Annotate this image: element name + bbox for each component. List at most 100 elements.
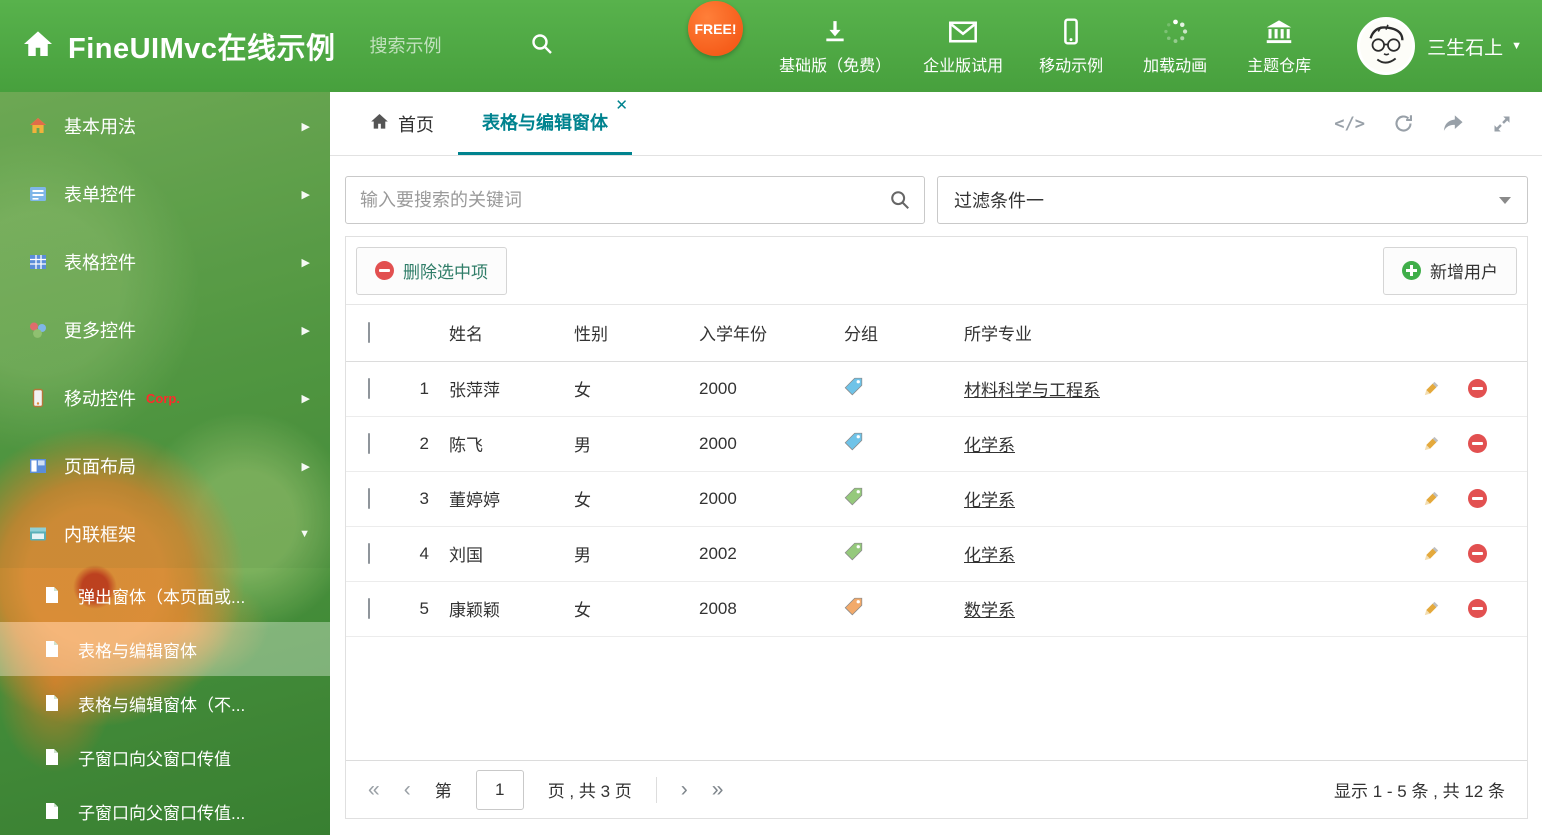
table-header-row: 姓名 性别 入学年份 分组 所学专业	[346, 305, 1527, 362]
nav-item-label: 移动示例	[1039, 57, 1104, 75]
first-page-button[interactable]: «	[368, 779, 380, 800]
sidebar-item-basic-usage[interactable]: 基本用法 ▶	[0, 92, 330, 160]
delete-row-icon[interactable]	[1468, 379, 1487, 398]
sidebar-subitem-label: 表格与编辑窗体	[78, 641, 197, 661]
search-icon[interactable]	[889, 189, 911, 216]
filter-dropdown[interactable]: 过滤条件一	[937, 176, 1528, 224]
share-icon[interactable]	[1442, 114, 1464, 134]
row-checkbox[interactable]	[368, 432, 370, 454]
app-header: FineUIMvc在线示例 FREE! 基础版（免费） 企业版试用	[0, 0, 1542, 92]
tab-home[interactable]: 首页	[346, 92, 458, 155]
tag-icon	[844, 597, 863, 616]
last-page-button[interactable]: »	[712, 779, 724, 800]
mobile-icon	[28, 388, 48, 408]
avatar	[1357, 17, 1416, 75]
table-row: 1 张萍萍 女 2000 材料科学与工程系	[346, 361, 1527, 417]
frame-icon	[28, 524, 48, 544]
row-checkbox[interactable]	[368, 542, 370, 564]
filter-row: 过滤条件一	[345, 176, 1528, 224]
sidebar-subitem-child-to-parent-2[interactable]: 子窗口向父窗口传值...	[0, 784, 330, 835]
sidebar-subitem-grid-edit-window-2[interactable]: 表格与编辑窗体（不...	[0, 676, 330, 730]
table-row: 4 刘国 男 2002 化学系	[346, 526, 1527, 582]
row-checkbox[interactable]	[368, 377, 370, 399]
form-icon	[28, 184, 48, 204]
edit-pencil-icon[interactable]	[1421, 488, 1442, 509]
filter-dropdown-value: 过滤条件一	[954, 191, 1044, 211]
add-user-button[interactable]: 新增用户	[1383, 246, 1517, 295]
file-icon	[44, 747, 64, 767]
delete-row-icon[interactable]	[1468, 544, 1487, 563]
search-icon[interactable]	[530, 32, 554, 61]
nav-item-loading-animation[interactable]: 加载动画	[1123, 17, 1227, 76]
header-search-input[interactable]	[369, 35, 520, 57]
edit-pencil-icon[interactable]	[1421, 433, 1442, 454]
sidebar-item-grid-controls[interactable]: 表格控件 ▶	[0, 228, 330, 296]
row-checkbox[interactable]	[368, 487, 370, 509]
sidebar-item-label: 表单控件	[64, 185, 136, 205]
sidebar-subitem-grid-edit-window[interactable]: 表格与编辑窗体	[0, 622, 330, 676]
close-icon[interactable]: ✕	[615, 98, 628, 113]
sidebar-item-page-layout[interactable]: 页面布局 ▶	[0, 432, 330, 500]
sidebar-item-label: 基本用法	[64, 117, 136, 137]
prev-page-button[interactable]: ‹	[404, 779, 411, 800]
nav-item-label: 主题仓库	[1247, 57, 1312, 75]
bank-icon	[1265, 17, 1293, 45]
keyword-search-input[interactable]	[345, 176, 925, 224]
expand-icon[interactable]	[1492, 114, 1512, 134]
divider	[655, 776, 657, 803]
nav-item-basic-edition[interactable]: 基础版（免费）	[763, 17, 907, 76]
tab-grid-edit-window[interactable]: 表格与编辑窗体 ✕	[458, 92, 632, 155]
nav-item-mobile-demo[interactable]: 移动示例	[1019, 17, 1123, 76]
major-link[interactable]: 化学系	[964, 436, 1015, 455]
sidebar-subitem-child-to-parent[interactable]: 子窗口向父窗口传值	[0, 730, 330, 784]
row-checkbox[interactable]	[368, 597, 370, 619]
file-icon	[44, 639, 64, 659]
page-prefix-label: 第	[434, 782, 452, 801]
nav-item-enterprise-trial[interactable]: 企业版试用	[907, 17, 1019, 76]
page-number-input[interactable]	[475, 769, 524, 810]
delete-row-icon[interactable]	[1468, 489, 1487, 508]
sidebar-item-iframe[interactable]: 内联框架 ▼	[0, 500, 330, 568]
cell-gender: 女	[564, 361, 689, 417]
sidebar-item-more-controls[interactable]: 更多控件 ▶	[0, 296, 330, 364]
sidebar-subitem-label: 弹出窗体（本页面或...	[78, 587, 246, 607]
grid-body: 姓名 性别 入学年份 分组 所学专业 1 张萍萍 女 2000 材料科学与工程系…	[346, 305, 1527, 760]
delete-row-icon[interactable]	[1468, 599, 1487, 618]
source-code-icon[interactable]: </>	[1334, 114, 1365, 134]
major-link[interactable]: 化学系	[964, 491, 1015, 510]
grid-panel: 删除选中项 新增用户 姓名 性别 入学年份 分组 所学专业 1 张萍萍 女 20…	[345, 236, 1528, 819]
table-icon	[28, 252, 48, 272]
major-link[interactable]: 材料科学与工程系	[964, 381, 1100, 400]
cell-year: 2008	[689, 581, 834, 637]
select-all-checkbox[interactable]	[368, 321, 370, 343]
sidebar-item-mobile-controls[interactable]: 移动控件 Corp. ▶	[0, 364, 330, 432]
chevron-right-icon: ▶	[301, 120, 310, 133]
cell-name: 董婷婷	[439, 471, 564, 527]
main-area: 首页 表格与编辑窗体 ✕ </> 输入要搜索的关键词 过滤条件一 删除选中项 新…	[330, 92, 1542, 835]
header-search	[369, 32, 554, 61]
major-link[interactable]: 化学系	[964, 546, 1015, 565]
record-summary: 显示 1 - 5 条 , 共 12 条	[1334, 782, 1505, 801]
tag-icon	[844, 542, 863, 561]
edit-pencil-icon[interactable]	[1421, 543, 1442, 564]
major-link[interactable]: 数学系	[964, 601, 1015, 620]
sidebar-item-label: 表格控件	[64, 253, 136, 273]
nav-item-theme-repo[interactable]: 主题仓库	[1227, 17, 1331, 76]
col-header-index	[394, 305, 439, 362]
col-header-group: 分组	[834, 305, 954, 362]
user-menu[interactable]: 三生石上 ▼	[1357, 17, 1522, 75]
sidebar-item-label: 页面布局	[64, 457, 136, 477]
sidebar-item-form-controls[interactable]: 表单控件 ▶	[0, 160, 330, 228]
next-page-button[interactable]: ›	[681, 779, 688, 800]
col-header-actions	[1411, 305, 1527, 362]
download-icon	[822, 17, 848, 45]
edit-pencil-icon[interactable]	[1421, 378, 1442, 399]
refresh-icon[interactable]	[1393, 113, 1414, 134]
cell-year: 2002	[689, 526, 834, 582]
delete-row-icon[interactable]	[1468, 434, 1487, 453]
cell-year: 2000	[689, 471, 834, 527]
delete-selected-button[interactable]: 删除选中项	[356, 246, 507, 295]
page-content: 过滤条件一 删除选中项 新增用户	[330, 156, 1542, 835]
sidebar-subitem-popup-window[interactable]: 弹出窗体（本页面或...	[0, 568, 330, 622]
edit-pencil-icon[interactable]	[1421, 598, 1442, 619]
